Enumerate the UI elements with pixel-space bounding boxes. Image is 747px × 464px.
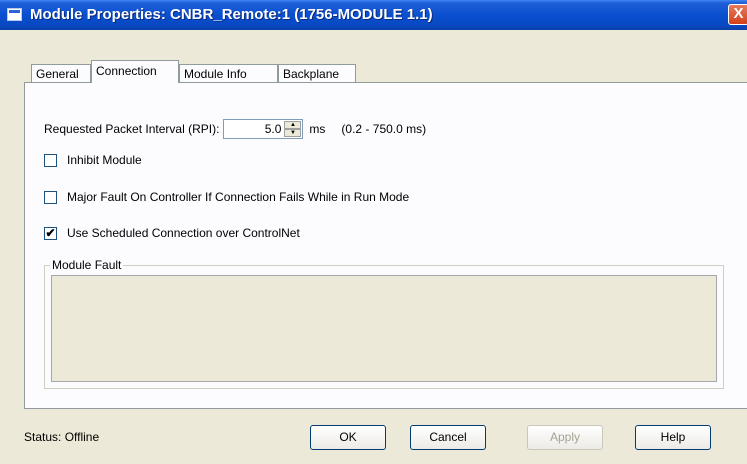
major-fault-label[interactable]: Major Fault On Controller If Connection … xyxy=(67,190,409,204)
rpi-spinner[interactable]: ▲ ▼ xyxy=(284,121,302,137)
module-fault-group: Module Fault xyxy=(44,258,724,389)
close-button[interactable]: X xyxy=(728,4,747,25)
check-mark-icon: ✔ xyxy=(45,225,56,240)
tab-general[interactable]: General xyxy=(31,64,91,82)
window-icon xyxy=(7,8,22,21)
spin-down-icon[interactable]: ▼ xyxy=(284,129,302,137)
rpi-row: Requested Packet Interval (RPI): 5.0 ▲ ▼… xyxy=(44,119,426,139)
module-fault-text-area xyxy=(51,275,717,382)
inhibit-row: Inhibit Module xyxy=(44,153,142,167)
rpi-value: 5.0 xyxy=(264,122,282,136)
scheduled-label[interactable]: Use Scheduled Connection over ControlNet xyxy=(67,226,300,240)
help-button[interactable]: Help xyxy=(635,425,711,450)
rpi-label: Requested Packet Interval (RPI): xyxy=(44,122,220,136)
connection-panel: Requested Packet Interval (RPI): 5.0 ▲ ▼… xyxy=(24,82,747,409)
rpi-input[interactable]: 5.0 ▲ ▼ xyxy=(223,119,304,139)
apply-button[interactable]: Apply xyxy=(527,425,603,450)
status-text: Status: Offline xyxy=(24,430,100,444)
tab-backplane[interactable]: Backplane xyxy=(278,64,356,82)
title-bar: Module Properties: CNBR_Remote:1 (1756-M… xyxy=(0,0,747,30)
inhibit-label[interactable]: Inhibit Module xyxy=(67,153,142,167)
scheduled-row: ✔ Use Scheduled Connection over ControlN… xyxy=(44,226,300,240)
spin-up-icon[interactable]: ▲ xyxy=(284,121,302,129)
tab-connection[interactable]: Connection xyxy=(91,60,179,83)
major-fault-checkbox[interactable] xyxy=(44,190,57,204)
rpi-range: (0.2 - 750.0 ms) xyxy=(341,122,427,136)
scheduled-checkbox[interactable]: ✔ xyxy=(44,225,57,240)
rpi-unit: ms xyxy=(309,122,326,136)
ok-button[interactable]: OK xyxy=(310,425,386,450)
window-title: Module Properties: CNBR_Remote:1 (1756-M… xyxy=(30,6,433,23)
module-fault-label: Module Fault xyxy=(50,258,124,272)
cancel-button[interactable]: Cancel xyxy=(410,425,486,450)
major-fault-row: Major Fault On Controller If Connection … xyxy=(44,190,409,204)
tab-module-info[interactable]: Module Info xyxy=(179,64,278,82)
inhibit-checkbox[interactable] xyxy=(44,153,57,167)
